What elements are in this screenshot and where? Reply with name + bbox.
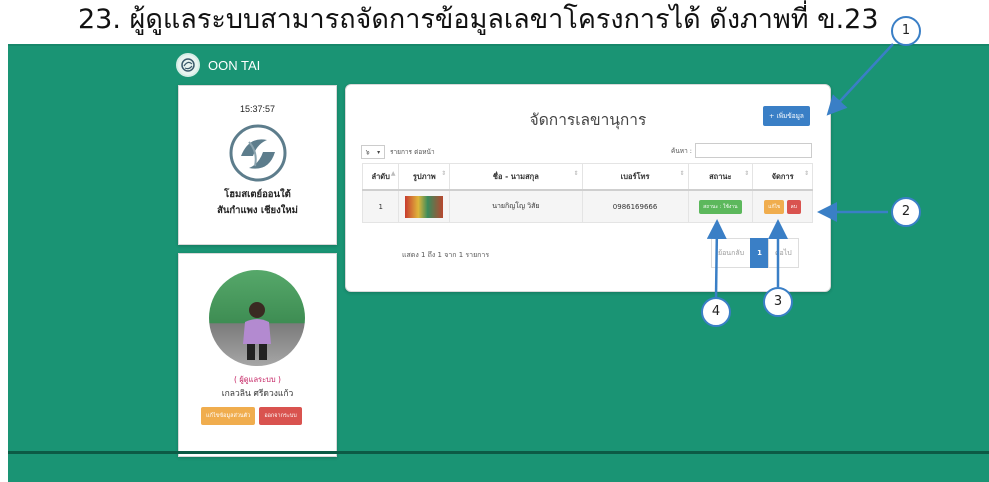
cell-actions: แก้ไข ลบ <box>752 189 813 223</box>
column-header-actions[interactable]: จัดการ ⇕ <box>752 163 813 191</box>
user-name: เกลวลิน ศรีดวงแก้ว <box>221 389 294 399</box>
table-row: 1 นายกิญโญ วิสัย 0986169666 สถานะ : ใช้ง… <box>361 189 813 223</box>
chevron-down-icon: ▾ <box>377 148 381 156</box>
cell-image <box>398 189 451 223</box>
sort-icon: ⇕ <box>441 170 447 177</box>
sort-icon: ⇕ <box>679 170 685 177</box>
school-name-line1: โฮมสเตย์ออนใต้ <box>224 189 291 200</box>
page-1-button[interactable]: 1 <box>750 238 769 268</box>
secretary-panel: จัดการเลขานุการ + เพิ่มข้อมูล ๖ ▾ รายการ… <box>345 84 831 292</box>
page-length-value: ๖ <box>365 149 370 156</box>
sort-icon: ▲ <box>390 170 396 177</box>
edit-profile-button[interactable]: แก้ไขข้อมูลส่วนตัว <box>201 407 256 425</box>
school-emblem-icon <box>227 122 289 188</box>
school-name-line2: สันกำแพง เชียงใหม่ <box>217 205 298 216</box>
top-border <box>8 44 989 46</box>
table-info: แสดง 1 ถึง 1 จาก 1 รายการ <box>402 251 490 259</box>
logout-button[interactable]: ออกจากระบบ <box>259 407 302 425</box>
prev-page-button[interactable]: ย้อนกลับ <box>711 238 752 268</box>
sort-icon: ⇕ <box>573 170 579 177</box>
search-control: ค้นหา : <box>671 143 812 158</box>
page-title: จัดการเลขานุการ <box>529 111 647 129</box>
search-label: ค้นหา : <box>671 146 692 155</box>
school-name: โฮมสเตย์ออนใต้ สันกำแพง เชียงใหม่ <box>179 187 336 219</box>
column-header-status[interactable]: สถานะ ⇕ <box>687 163 754 191</box>
page-length-control: ๖ ▾ รายการ ต่อหน้า <box>361 145 435 159</box>
search-input[interactable] <box>694 143 812 158</box>
column-header-image[interactable]: รูปภาพ ⇕ <box>398 163 451 191</box>
edit-button[interactable]: แก้ไข <box>764 199 785 214</box>
avatar <box>209 270 305 366</box>
brand[interactable]: OON TAI <box>176 52 260 78</box>
cell-index: 1 <box>361 189 400 223</box>
brand-logo-icon <box>176 53 200 77</box>
column-header-name[interactable]: ชื่อ - นามสกุล ⇕ <box>449 163 583 191</box>
profile-card: ( ผู้ดูแลระบบ ) เกลวลิน ศรีดวงแก้ว แก้ไข… <box>178 253 337 457</box>
callout-1: 1 <box>891 16 921 46</box>
cell-phone: 0986169666 <box>581 189 689 223</box>
callout-2: 2 <box>891 197 921 227</box>
clock-time: 15:37:57 <box>239 104 276 114</box>
table-header-row: ลำดับ ▲ รูปภาพ ⇕ ชื่อ - นามสกุล ⇕ เบอร์โทร ⇕… <box>361 163 813 191</box>
figure-caption: 23. ผู้ดูแลระบบสามารถจัดการข้อมูลเลขาโคร… <box>78 4 879 35</box>
school-card: 15:37:57 โฮมสเตย์ออนใต้ สันกำแพง เชียงให… <box>178 85 337 245</box>
callout-4: 4 <box>701 297 731 327</box>
column-header-phone[interactable]: เบอร์โทร ⇕ <box>581 163 689 191</box>
column-header-index[interactable]: ลำดับ ▲ <box>361 163 400 191</box>
cell-name: นายกิญโญ วิสัย <box>449 189 583 223</box>
add-button[interactable]: + เพิ่มข้อมูล <box>763 106 810 126</box>
cell-status: สถานะ : ใช้งาน <box>687 189 754 223</box>
page-length-label: รายการ ต่อหน้า <box>390 148 435 156</box>
sort-icon: ⇕ <box>803 170 809 177</box>
thumbnail-image <box>405 195 444 218</box>
sort-icon: ⇕ <box>744 170 750 177</box>
user-role: ( ผู้ดูแลระบบ ) <box>234 375 281 384</box>
page-length-select[interactable]: ๖ ▾ <box>361 145 385 159</box>
app-window: OON TAI 15:37:57 โฮมสเตย์ออนใต้ สันกำแพง… <box>8 44 989 482</box>
brand-name: OON TAI <box>208 57 261 73</box>
profile-actions: แก้ไขข้อมูลส่วนตัว ออกจากระบบ <box>201 407 302 425</box>
secretary-table: ลำดับ ▲ รูปภาพ ⇕ ชื่อ - นามสกุล ⇕ เบอร์โทร ⇕… <box>361 163 813 223</box>
status-toggle-button[interactable]: สถานะ : ใช้งาน <box>699 199 742 214</box>
pagination: ย้อนกลับ 1 ต่อไป <box>711 238 799 268</box>
footer-bar <box>8 451 989 454</box>
next-page-button[interactable]: ต่อไป <box>767 238 799 268</box>
callout-3: 3 <box>763 287 793 317</box>
delete-button[interactable]: ลบ <box>786 199 801 214</box>
